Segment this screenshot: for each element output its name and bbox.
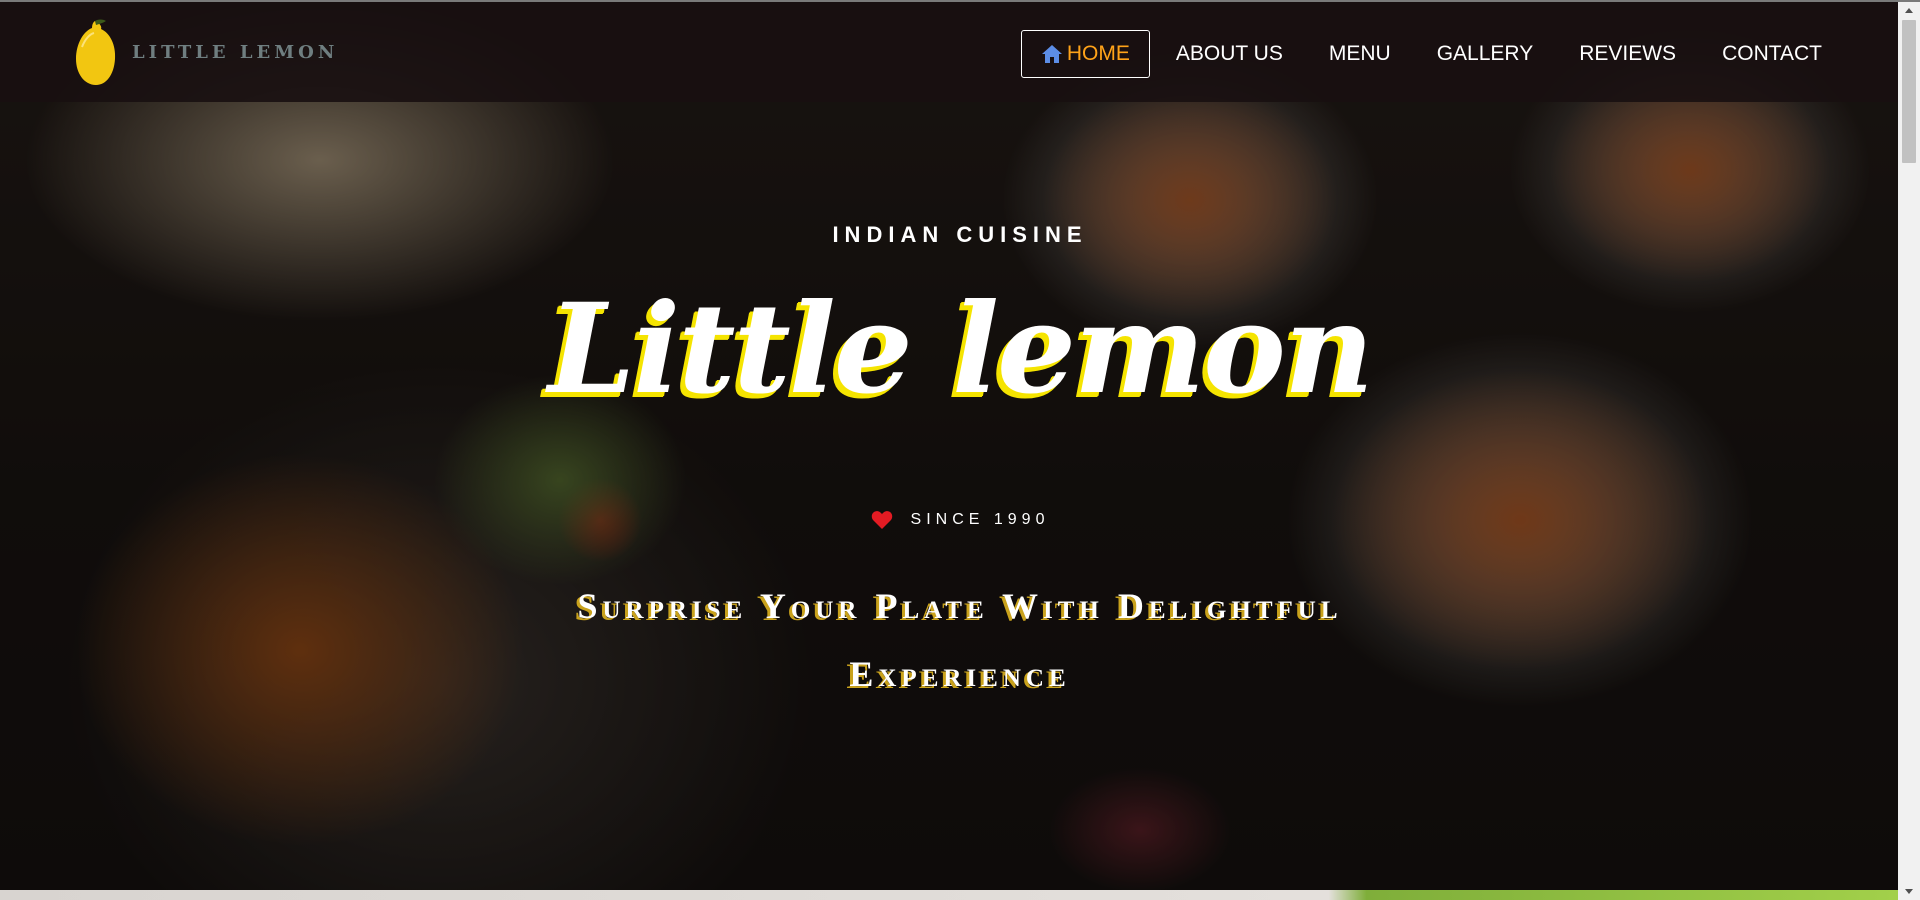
top-navbar: LITTLE LEMON HOME ABOUT US MENU GALLERY … (0, 2, 1898, 102)
nav-item-contact[interactable]: CONTACT (1702, 30, 1842, 78)
browser-top-edge (0, 0, 1920, 2)
main-navigation: HOME ABOUT US MENU GALLERY REVIEWS CONTA… (1020, 30, 1842, 78)
tagline-line-2: Experience (849, 654, 1071, 694)
nav-item-label: HOME (1066, 42, 1130, 65)
hero-tagline: Surprise Your Plate With Delightful Expe… (520, 572, 1400, 708)
heart-icon (871, 511, 892, 529)
hero-eyebrow: INDIAN CUISINE (832, 222, 1088, 247)
nav-item-reviews[interactable]: REVIEWS (1559, 30, 1696, 78)
nav-item-home[interactable]: HOME (1020, 30, 1150, 78)
scroll-up-arrow-icon[interactable] (1898, 2, 1920, 19)
scroll-down-arrow-icon[interactable] (1898, 883, 1920, 900)
nav-item-gallery[interactable]: GALLERY (1417, 30, 1554, 78)
brand-name: LITTLE LEMON (132, 41, 339, 63)
hero-title: Little lemon (547, 277, 1374, 422)
tagline-line-1: Surprise Your Plate With Delightful (577, 586, 1343, 626)
nav-item-menu[interactable]: MENU (1309, 30, 1411, 78)
since-text: SINCE 1990 (910, 511, 1050, 528)
vertical-scrollbar[interactable] (1898, 0, 1920, 900)
nav-item-label: ABOUT US (1175, 42, 1283, 65)
next-section-preview (0, 890, 1898, 900)
page-viewport: LITTLE LEMON HOME ABOUT US MENU GALLERY … (0, 0, 1898, 900)
nav-item-label: MENU (1328, 42, 1391, 65)
nav-item-about-us[interactable]: ABOUT US (1156, 30, 1303, 78)
brand-logo[interactable]: LITTLE LEMON (72, 16, 352, 88)
home-icon (1041, 45, 1062, 63)
scrollbar-thumb[interactable] (1902, 20, 1916, 163)
lemon-icon (76, 19, 116, 85)
since-row: SINCE 1990 (0, 510, 1898, 530)
hero-section: INDIAN CUISINE Little lemon SINCE 1990 S… (0, 0, 1898, 890)
nav-item-label: REVIEWS (1579, 42, 1677, 65)
nav-item-label: GALLERY (1436, 42, 1534, 65)
nav-item-label: CONTACT (1722, 42, 1822, 65)
